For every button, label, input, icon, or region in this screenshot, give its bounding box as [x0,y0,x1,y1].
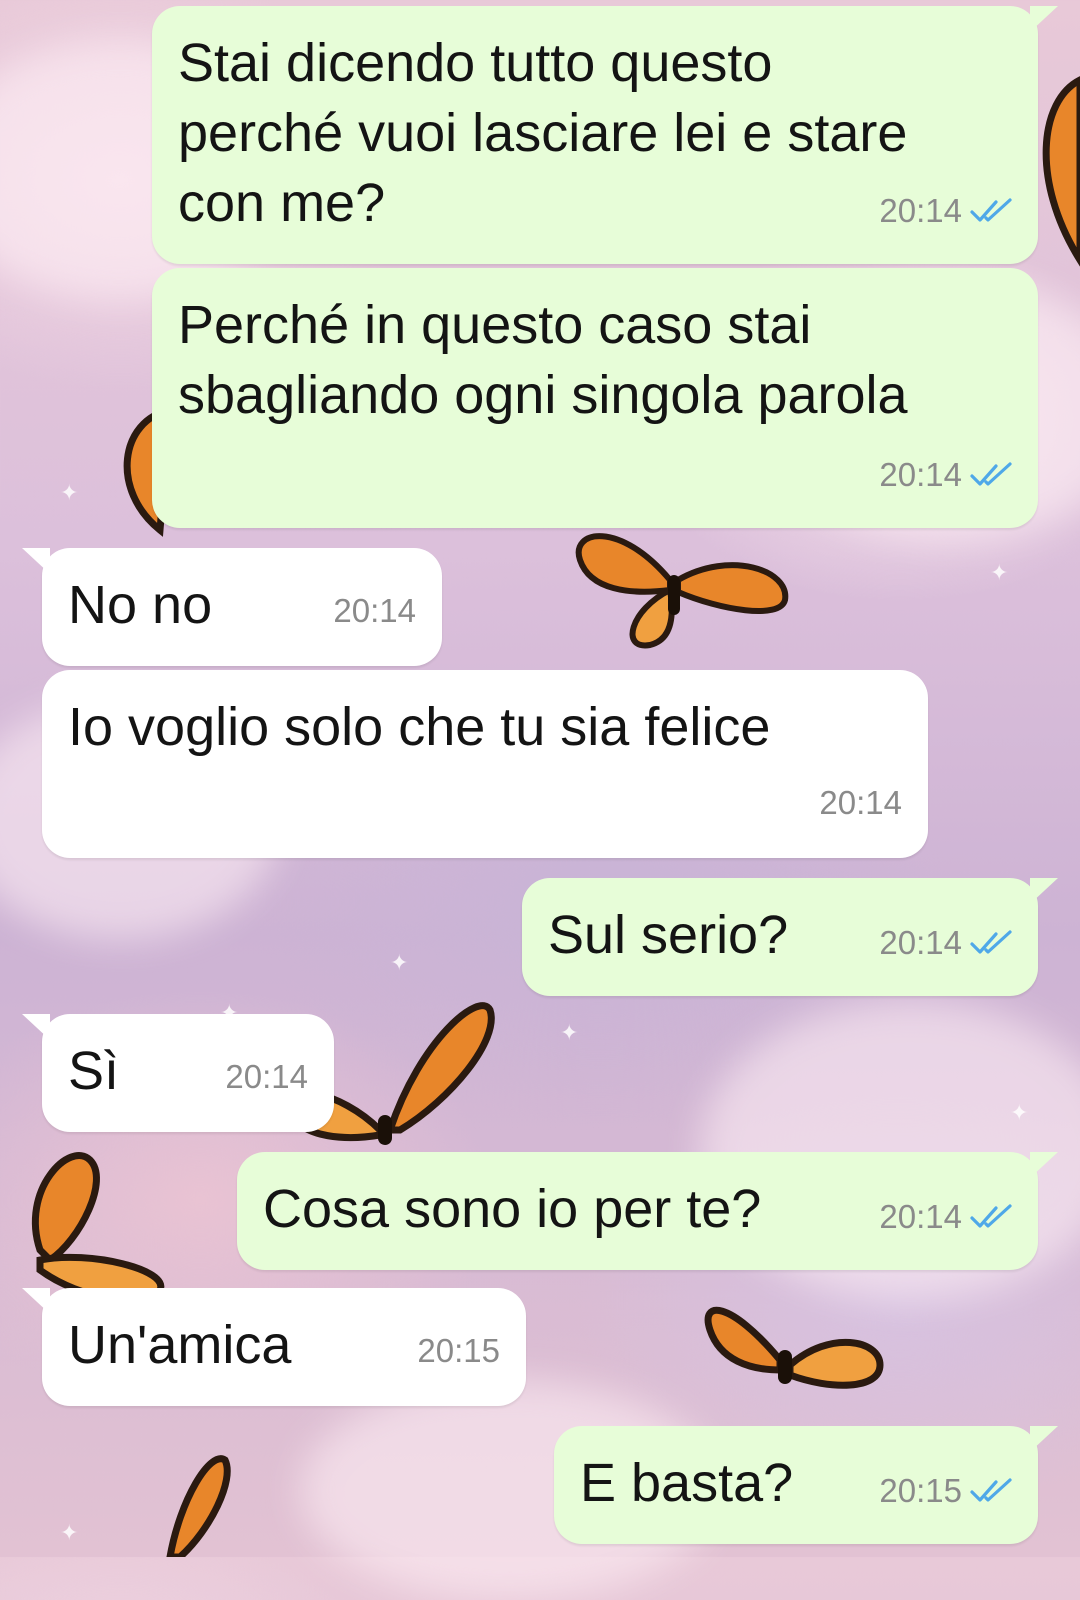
double-check-icon [970,1204,1012,1228]
outgoing-message[interactable]: Sul serio? 20:14 [522,878,1058,996]
message-time: 20:14 [879,456,962,493]
monarch-butterfly-icon [166,1455,231,1557]
message-meta: 20:14 [819,768,902,838]
double-check-icon [970,1478,1012,1502]
message-text: Perché in questo caso stai sbagliando og… [178,295,908,425]
incoming-message[interactable]: Io voglio solo che tu sia felice 20:14 [42,670,928,858]
message-time: 20:15 [417,1332,500,1369]
message-time: 20:15 [879,1472,962,1509]
double-check-icon [970,462,1012,486]
message-time: 20:14 [879,924,962,961]
message-meta: 20:15 [879,1456,1014,1526]
message-meta: 20:14 [879,1182,1014,1252]
message-meta: 20:15 [417,1316,500,1386]
message-meta: 20:14 [879,908,1014,978]
message-meta: 20:14 [879,440,1014,510]
outgoing-message[interactable]: E basta? 20:15 [554,1426,1058,1544]
incoming-message[interactable]: Un'amica 20:15 [22,1288,526,1406]
double-check-icon [970,198,1012,222]
outgoing-message[interactable]: Perché in questo caso stai sbagliando og… [152,268,1038,528]
double-check-icon [970,930,1012,954]
outgoing-message[interactable]: Cosa sono io per te? 20:14 [237,1152,1058,1270]
incoming-message[interactable]: No no 20:14 [22,548,442,666]
monarch-butterfly-icon [704,1306,884,1389]
message-time: 20:14 [225,1058,308,1095]
message-text: Io voglio solo che tu sia felice [68,697,771,757]
message-time: 20:14 [879,1198,962,1235]
outgoing-message[interactable]: Stai dicendo tutto questo perché vuoi la… [152,6,1058,264]
incoming-message[interactable]: Sì 20:14 [22,1014,334,1132]
message-time: 20:14 [879,192,962,229]
message-meta: 20:14 [333,576,416,646]
message-meta: 20:14 [879,176,1014,246]
message-time: 20:14 [333,592,416,629]
message-time: 20:14 [819,784,902,821]
chat-screen: { "colors": { "outgoing_bubble": "#e7fdd… [0,0,1080,1600]
message-meta: 20:14 [225,1042,308,1112]
monarch-butterfly-icon [575,533,789,649]
